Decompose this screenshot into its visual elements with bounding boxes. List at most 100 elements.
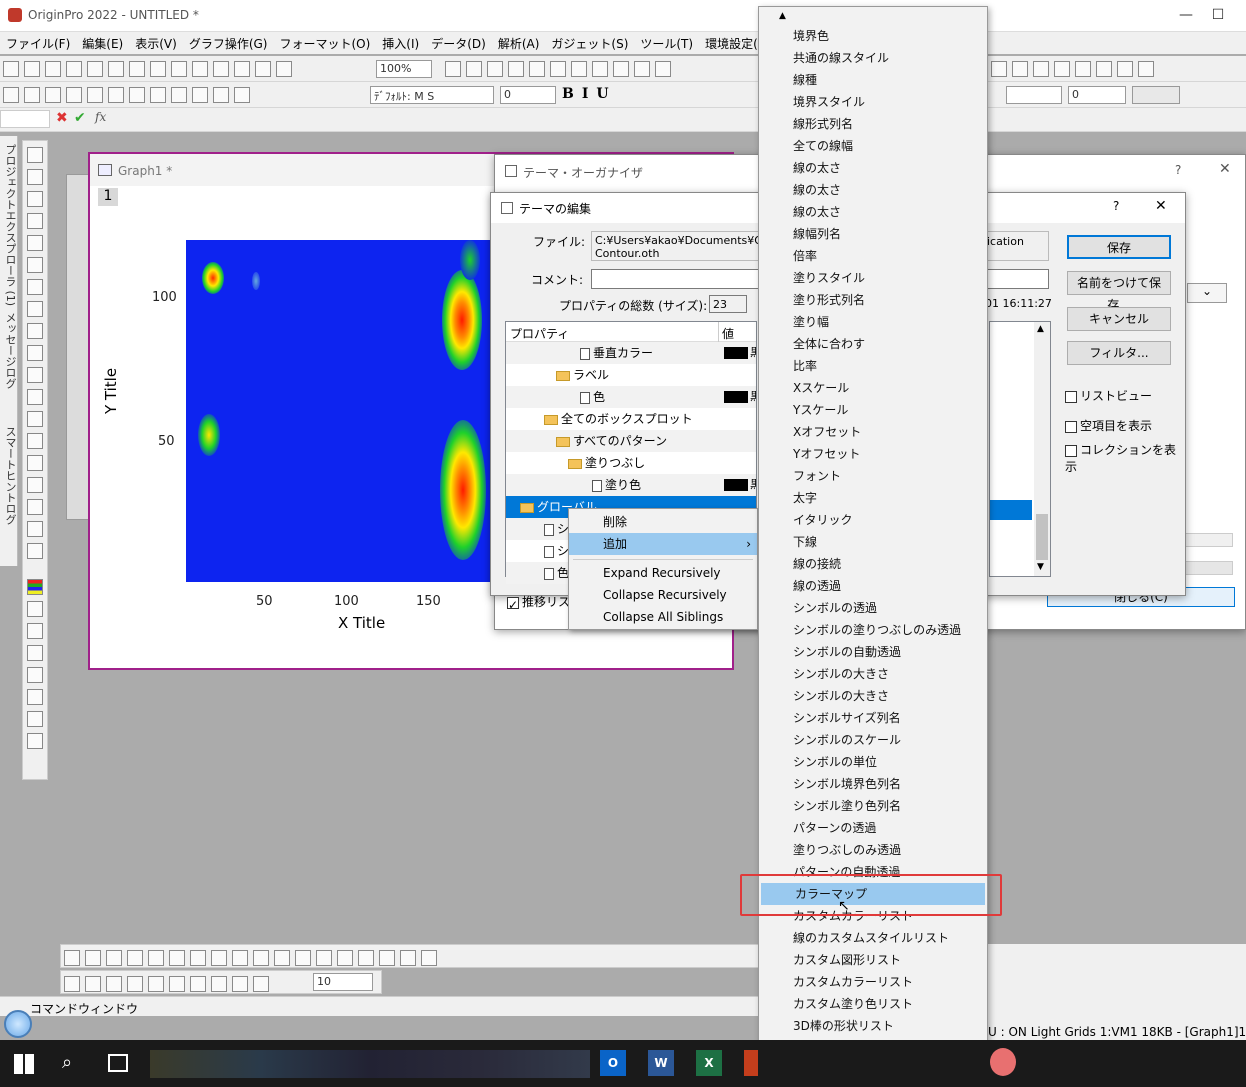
cancel-x-icon[interactable]: ✖ — [56, 110, 68, 126]
recalculate-icon[interactable] — [276, 61, 292, 77]
dropdown-item[interactable]: 塗りスタイル — [759, 267, 987, 289]
polar-plot-icon[interactable] — [211, 950, 227, 966]
mask-icon[interactable] — [991, 61, 1007, 77]
menu-item-delete[interactable]: 削除 — [569, 511, 757, 533]
refresh-icon[interactable] — [466, 61, 482, 77]
color-combo[interactable] — [1132, 86, 1180, 104]
dropdown-item[interactable]: 線のカスタムスタイルリスト — [759, 927, 987, 949]
tree-row[interactable]: 垂直カラー 黒 — [506, 342, 756, 364]
mask-tool-icon[interactable] — [27, 301, 43, 317]
results-log-icon[interactable] — [529, 61, 545, 77]
code-builder-icon[interactable] — [508, 61, 524, 77]
dropdown-item[interactable]: 線の透過 — [759, 575, 987, 597]
copy-icon[interactable] — [213, 87, 229, 103]
menu-item[interactable]: グラフ操作(G) — [183, 32, 274, 55]
project-explorer-tab[interactable]: プロジェクトエクスプローラ (1) — [2, 144, 18, 306]
dropdown-item[interactable]: 線幅列名 — [759, 223, 987, 245]
arrange-icon[interactable] — [150, 87, 166, 103]
dropdown-item[interactable]: 塗りつぶしのみ透過 — [759, 839, 987, 861]
dropdown-item[interactable]: シンボル境界色列名 — [759, 773, 987, 795]
template-icon[interactable] — [232, 950, 248, 966]
align-vertical-icon[interactable] — [148, 976, 164, 992]
error-column-icon[interactable] — [1117, 61, 1133, 77]
line-plot-icon[interactable] — [64, 950, 80, 966]
layer-icon[interactable] — [27, 521, 43, 537]
find-icon[interactable] — [592, 61, 608, 77]
project-explorer-icon[interactable] — [571, 61, 587, 77]
statistics-icon[interactable] — [87, 87, 103, 103]
copy-layer-icon[interactable] — [27, 543, 43, 559]
dropdown-item[interactable]: Xスケール — [759, 377, 987, 399]
property-column-header[interactable]: プロパティ — [510, 325, 569, 342]
smart-hint-log-tab[interactable]: スマートヒントログ — [2, 426, 18, 525]
heatmap-icon[interactable] — [337, 950, 353, 966]
chevron-down-icon[interactable]: ⌄ — [1187, 283, 1227, 303]
dropdown-item[interactable]: シンボルの透過 — [759, 597, 987, 619]
tree-row[interactable]: 全てのボックスプロット — [506, 408, 756, 430]
new-project-icon[interactable] — [3, 61, 19, 77]
link-icon[interactable] — [171, 87, 187, 103]
cancel-button[interactable]: キャンセル — [1067, 307, 1171, 331]
pointer-icon[interactable] — [27, 147, 43, 163]
dropdown-item[interactable]: Xオフセット — [759, 421, 987, 443]
new-workbook-icon[interactable] — [24, 61, 40, 77]
checkbox-icon[interactable] — [1065, 444, 1077, 457]
cell-reference-box[interactable] — [0, 110, 50, 128]
y-axis-title[interactable]: Y Title — [102, 368, 120, 414]
scatter-plot-icon[interactable] — [85, 950, 101, 966]
dropdown-item[interactable]: シンボル塗り色列名 — [759, 795, 987, 817]
area-plot-icon[interactable] — [190, 950, 206, 966]
checkbox-icon[interactable] — [1065, 420, 1077, 433]
close-icon[interactable]: ✕ — [1155, 198, 1167, 214]
menu-item[interactable]: ツール(T) — [634, 32, 699, 55]
dropdown-item[interactable]: パターンの透過 — [759, 817, 987, 839]
maximize-icon[interactable]: ☐ — [1198, 4, 1238, 26]
tree-row[interactable]: すべてのパターン — [506, 430, 756, 452]
z-column-icon[interactable] — [1096, 61, 1112, 77]
zoom-out-icon[interactable] — [27, 191, 43, 207]
accept-check-icon[interactable]: ✔ — [74, 110, 86, 126]
data-reader-icon[interactable] — [27, 235, 43, 251]
filter-button[interactable]: フィルタ... — [1067, 341, 1171, 365]
screen-reader-icon[interactable] — [27, 213, 43, 229]
menu-item[interactable]: 表示(V) — [129, 32, 183, 55]
new-3d-icon[interactable] — [150, 61, 166, 77]
swap-icon[interactable] — [1033, 61, 1049, 77]
insert-graph-icon[interactable] — [27, 477, 43, 493]
dropdown-item[interactable]: フォント — [759, 465, 987, 487]
align-bottom-icon[interactable] — [127, 976, 143, 992]
scroll-up-icon[interactable]: ▲ — [1037, 324, 1044, 334]
column-plot-icon[interactable] — [127, 950, 143, 966]
powerpoint-icon[interactable] — [744, 1050, 758, 1076]
color-scale-icon[interactable] — [27, 579, 43, 595]
grid-icon[interactable] — [421, 950, 437, 966]
dropdown-item[interactable]: 塗り形式列名 — [759, 289, 987, 311]
command-window-bar[interactable]: コマンドウィンドウ — [0, 996, 758, 1016]
open-icon[interactable] — [171, 61, 187, 77]
stats-plot-icon[interactable] — [358, 950, 374, 966]
tree-row[interactable]: 塗りつぶし — [506, 452, 756, 474]
new-layout-icon[interactable] — [108, 61, 124, 77]
dropdown-item[interactable]: イタリック — [759, 509, 987, 531]
unmask-icon[interactable] — [1012, 61, 1028, 77]
dropdown-item[interactable]: 倍率 — [759, 245, 987, 267]
align-top-icon[interactable] — [106, 976, 122, 992]
list-view-checkbox[interactable]: リストビュー — [1065, 387, 1152, 404]
dropdown-item[interactable]: シンボルの大きさ — [759, 685, 987, 707]
cut-icon[interactable] — [192, 87, 208, 103]
data-selector-icon[interactable] — [27, 257, 43, 273]
transition-list-checkbox[interactable]: ✓ 推移リス — [507, 593, 570, 612]
scale-bar-icon[interactable] — [27, 645, 43, 661]
windows-start-icon[interactable] — [14, 1054, 34, 1074]
save-as-button[interactable]: 名前をつけて保存... — [1067, 271, 1171, 312]
dropdown-item[interactable]: 線形式列名 — [759, 113, 987, 135]
back-icon[interactable] — [211, 976, 227, 992]
checkbox-icon[interactable]: ✓ — [507, 596, 519, 612]
arrow-tool-icon[interactable] — [27, 389, 43, 405]
scroll-thumb[interactable] — [1036, 514, 1048, 560]
color-manager-icon[interactable] — [613, 61, 629, 77]
ungroup-icon[interactable] — [253, 976, 269, 992]
dropdown-item[interactable]: 線の太さ — [759, 201, 987, 223]
import-icon[interactable] — [255, 61, 271, 77]
specialized-plot-icon[interactable] — [400, 950, 416, 966]
